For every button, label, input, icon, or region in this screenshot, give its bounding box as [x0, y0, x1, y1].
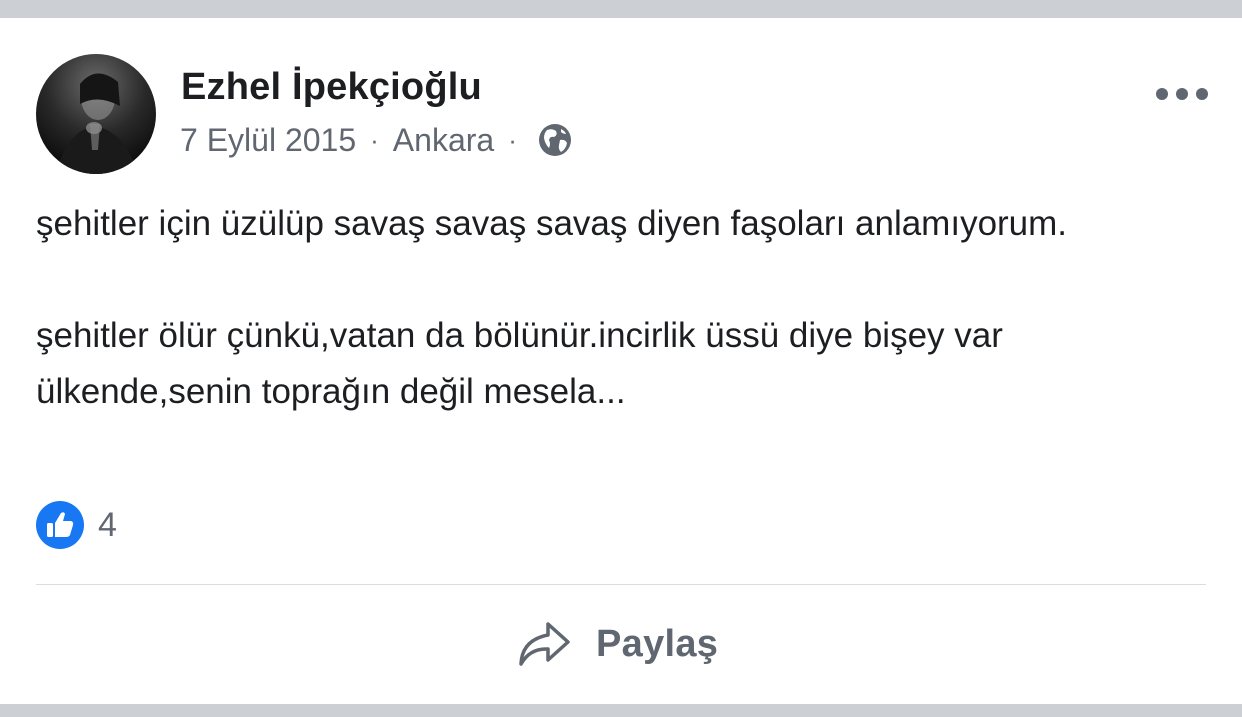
- avatar[interactable]: [36, 54, 156, 174]
- divider: [36, 584, 1206, 585]
- post-card: Ezhel İpekçioğlu 7 Eylül 2015 · Ankara ·…: [0, 18, 1242, 704]
- globe-icon[interactable]: [537, 122, 573, 158]
- more-options-icon[interactable]: [1156, 80, 1208, 108]
- avatar-photo: [56, 73, 138, 174]
- more-dot: [1176, 88, 1188, 100]
- post-paragraph: şehitler için üzülüp savaş savaş savaş d…: [36, 204, 1068, 243]
- post-paragraph: şehitler ölür çünkü,vatan da bölünür.inc…: [36, 316, 1003, 411]
- post-meta: 7 Eylül 2015 · Ankara ·: [180, 120, 573, 160]
- meta-separator: ·: [508, 125, 517, 155]
- meta-separator: ·: [370, 125, 379, 155]
- reactions-summary[interactable]: 4: [36, 500, 117, 550]
- share-label: Paylaş: [596, 622, 719, 665]
- like-icon: [36, 501, 84, 549]
- more-dot: [1196, 88, 1208, 100]
- post-text: şehitler için üzülüp savaş savaş savaş d…: [36, 196, 1216, 420]
- post-location[interactable]: Ankara: [393, 122, 494, 159]
- author-name[interactable]: Ezhel İpekçioğlu: [181, 66, 482, 109]
- share-arrow-icon: [519, 622, 570, 666]
- like-count: 4: [98, 505, 117, 544]
- post-date[interactable]: 7 Eylül 2015: [180, 122, 356, 159]
- more-dot: [1156, 88, 1168, 100]
- share-button[interactable]: Paylaş: [516, 614, 718, 674]
